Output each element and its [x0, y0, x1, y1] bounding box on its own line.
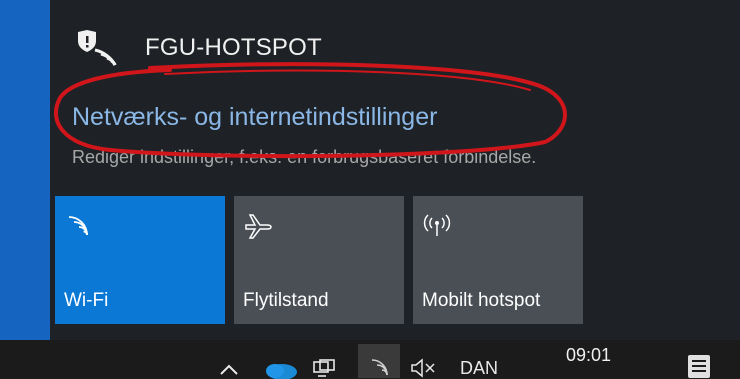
- network-ssid[interactable]: FGU-HOTSPOT: [145, 34, 322, 62]
- tile-airplane-mode-label: Flytilstand: [243, 290, 329, 311]
- connection-status-dot: [148, 66, 152, 70]
- action-center-icon[interactable]: [688, 355, 710, 378]
- wifi-icon: [371, 359, 388, 376]
- volume-muted-icon[interactable]: [410, 358, 438, 378]
- tile-mobile-hotspot[interactable]: Mobilt hotspot: [413, 196, 583, 324]
- tile-mobile-hotspot-label: Mobilt hotspot: [422, 290, 541, 311]
- desktop-background: [0, 0, 50, 340]
- wifi-tray-button[interactable]: [358, 344, 400, 378]
- hotspot-icon: [423, 214, 451, 236]
- tile-airplane-mode[interactable]: Flytilstand: [234, 196, 404, 324]
- wifi-icon: [68, 216, 88, 236]
- onedrive-icon[interactable]: [262, 359, 298, 379]
- network-settings-link[interactable]: Netværks- og internetindstillinger: [72, 103, 437, 132]
- network-settings-subtitle: Rediger indstillinger, f.eks. en forbrug…: [72, 147, 537, 167]
- tile-wifi-label: Wi-Fi: [64, 290, 109, 311]
- language-indicator[interactable]: DAN: [460, 358, 498, 379]
- network-status-icon[interactable]: [312, 358, 338, 378]
- secured-wifi-icon: [78, 30, 117, 66]
- airplane-icon: [245, 214, 272, 239]
- taskbar-clock[interactable]: 09:01: [566, 345, 611, 366]
- chevron-up-icon[interactable]: [218, 362, 240, 376]
- tile-wifi[interactable]: Wi-Fi: [55, 196, 225, 324]
